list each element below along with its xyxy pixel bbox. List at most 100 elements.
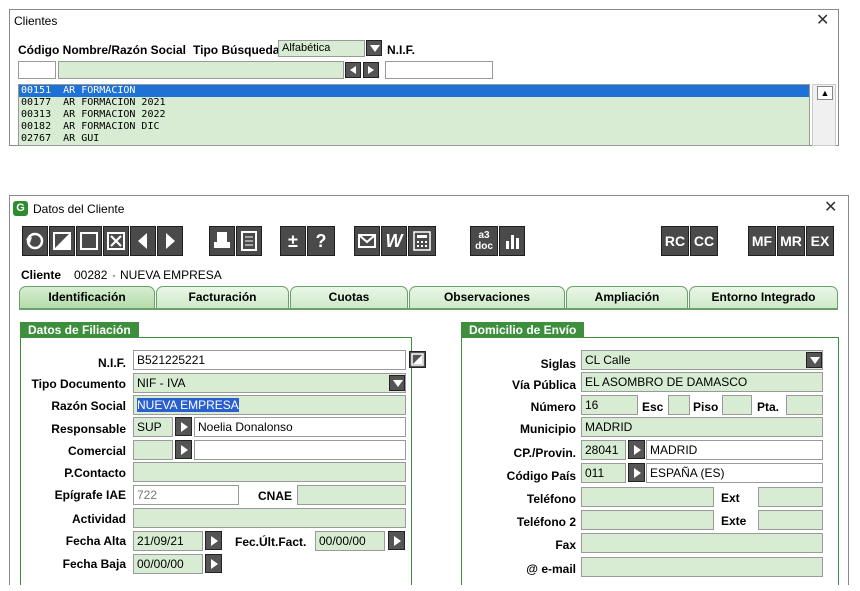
telefono-field[interactable]: [581, 487, 714, 507]
siglas-dropdown-icon[interactable]: [806, 352, 822, 368]
list-item[interactable]: 00151 AR FORMACION: [19, 85, 809, 97]
responsable-code-field[interactable]: SUP: [133, 417, 173, 437]
actividad-label: Actividad: [71, 512, 126, 526]
numero-field[interactable]: 16: [581, 395, 638, 415]
chart-icon[interactable]: [499, 226, 525, 256]
prev-arrow-icon[interactable]: [345, 62, 361, 78]
siglas-select[interactable]: CL Calle: [581, 350, 823, 370]
tipo-doc-select[interactable]: NIF - IVA: [133, 373, 406, 393]
clientes-list[interactable]: 00151 AR FORMACION 00177 AR FORMACION 20…: [18, 84, 810, 146]
pais-name-field[interactable]: ESPAÑA (ES): [646, 463, 823, 483]
cliente-name: NUEVA EMPRESA: [120, 268, 222, 282]
tipo-busqueda-select[interactable]: Alfabética: [278, 40, 365, 57]
tipo-doc-dropdown-icon[interactable]: [389, 375, 405, 391]
tab-entorno-integrado[interactable]: Entorno Integrado: [689, 286, 838, 308]
tab-facturacion[interactable]: Facturación: [156, 286, 289, 308]
prev-record-icon[interactable]: [130, 226, 156, 256]
ult-fact-label: Fec.Últ.Fact.: [235, 535, 307, 549]
ult-fact-picker-icon[interactable]: [388, 531, 405, 550]
plus-minus-icon[interactable]: ±: [280, 226, 306, 256]
list-item[interactable]: 00313 AR FORMACION 2022: [19, 109, 809, 121]
delete-icon[interactable]: [103, 226, 129, 256]
fecha-alta-field[interactable]: 21/09/21: [133, 531, 203, 551]
esc-field[interactable]: [668, 395, 690, 415]
list-item[interactable]: 00182 AR FORMACION DIC: [19, 121, 809, 133]
responsable-lookup-icon[interactable]: [175, 417, 192, 436]
ext-field[interactable]: [758, 487, 823, 507]
print-icon[interactable]: [209, 226, 235, 256]
list-icon[interactable]: [236, 226, 262, 256]
nif-edit-icon[interactable]: [409, 351, 426, 368]
ex-button[interactable]: EX: [806, 226, 834, 256]
fecha-baja-picker-icon[interactable]: [205, 554, 222, 573]
via-field[interactable]: EL ASOMBRO DE DAMASCO: [581, 372, 823, 392]
municipio-label: Municipio: [520, 422, 576, 436]
cnae-label: CNAE: [258, 489, 293, 503]
razon-value: NUEVA EMPRESA: [137, 398, 239, 412]
mr-button[interactable]: MR: [777, 226, 805, 256]
fax-field[interactable]: [581, 533, 823, 553]
nif-search-input[interactable]: [385, 61, 493, 79]
app-logo-icon: G: [13, 201, 28, 216]
nombre-search-input[interactable]: [58, 61, 344, 79]
via-label: Vía Pública: [511, 378, 576, 392]
cp-field[interactable]: 28041: [581, 440, 626, 460]
contacto-label: P.Contacto: [64, 466, 126, 480]
actividad-field[interactable]: [133, 508, 406, 528]
rc-button[interactable]: RC: [661, 226, 689, 256]
tipo-doc-label: Tipo Documento: [31, 377, 126, 391]
cp-label: CP./Provin.: [513, 446, 576, 460]
razon-field[interactable]: NUEVA EMPRESA: [133, 395, 406, 415]
pais-lookup-icon[interactable]: [628, 463, 645, 482]
fecha-baja-field[interactable]: 00/00/00: [133, 554, 203, 574]
codigo-search-input[interactable]: [18, 61, 56, 79]
scroll-up-icon[interactable]: ▲: [817, 86, 833, 100]
new-icon[interactable]: [76, 226, 102, 256]
provincia-field[interactable]: MADRID: [646, 440, 823, 460]
comercial-lookup-icon[interactable]: [175, 440, 192, 459]
tab-ampliacion[interactable]: Ampliación: [566, 286, 688, 308]
a3doc-icon[interactable]: a3 doc: [470, 226, 498, 256]
tab-cuotas[interactable]: Cuotas: [290, 286, 408, 308]
email-icon[interactable]: [354, 226, 380, 256]
email-label: @ e-mail: [526, 562, 576, 576]
list-item[interactable]: 02767 AR GUI: [19, 133, 809, 145]
telefono2-label: Teléfono 2: [516, 515, 576, 529]
razon-label: Razón Social: [51, 399, 126, 413]
filiacion-frame-right: [411, 337, 412, 585]
next-arrow-icon[interactable]: [363, 62, 379, 78]
municipio-field[interactable]: MADRID: [581, 417, 823, 437]
cnae-field[interactable]: [297, 485, 406, 505]
nif-field[interactable]: B521225221: [133, 350, 406, 370]
pais-code-field[interactable]: 011: [581, 463, 626, 483]
list-item[interactable]: 00177 AR FORMACION 2021: [19, 97, 809, 109]
clientes-close-icon[interactable]: ✕: [816, 13, 829, 29]
comercial-code-field[interactable]: [133, 440, 173, 460]
word-icon[interactable]: W: [381, 226, 407, 256]
refresh-icon[interactable]: [22, 226, 48, 256]
ult-fact-field[interactable]: 00/00/00: [315, 531, 385, 551]
cp-lookup-icon[interactable]: [628, 440, 645, 459]
edit-icon[interactable]: [49, 226, 75, 256]
calculator-icon[interactable]: [408, 226, 436, 256]
fecha-alta-picker-icon[interactable]: [205, 531, 222, 550]
email-field[interactable]: [581, 557, 823, 577]
datos-close-icon[interactable]: ✕: [824, 200, 837, 216]
tipo-busqueda-dropdown-icon[interactable]: [366, 40, 382, 56]
filiacion-line: [20, 337, 412, 338]
piso-field[interactable]: [722, 395, 752, 415]
comercial-name-field[interactable]: [194, 440, 406, 460]
cc-button[interactable]: CC: [690, 226, 718, 256]
exte-field[interactable]: [758, 510, 823, 530]
nif-search-label: N.I.F.: [387, 43, 416, 57]
responsable-name-field[interactable]: Noelia Donalonso: [194, 417, 406, 437]
epigrafe-field[interactable]: 722: [133, 485, 239, 505]
pta-field[interactable]: [786, 395, 823, 415]
tab-observaciones[interactable]: Observaciones: [409, 286, 565, 308]
tab-identificacion[interactable]: Identificación: [19, 286, 155, 308]
contacto-field[interactable]: [133, 462, 406, 482]
help-icon[interactable]: ?: [307, 226, 335, 256]
telefono2-field[interactable]: [581, 510, 714, 530]
next-record-icon[interactable]: [157, 226, 183, 256]
mf-button[interactable]: MF: [748, 226, 776, 256]
